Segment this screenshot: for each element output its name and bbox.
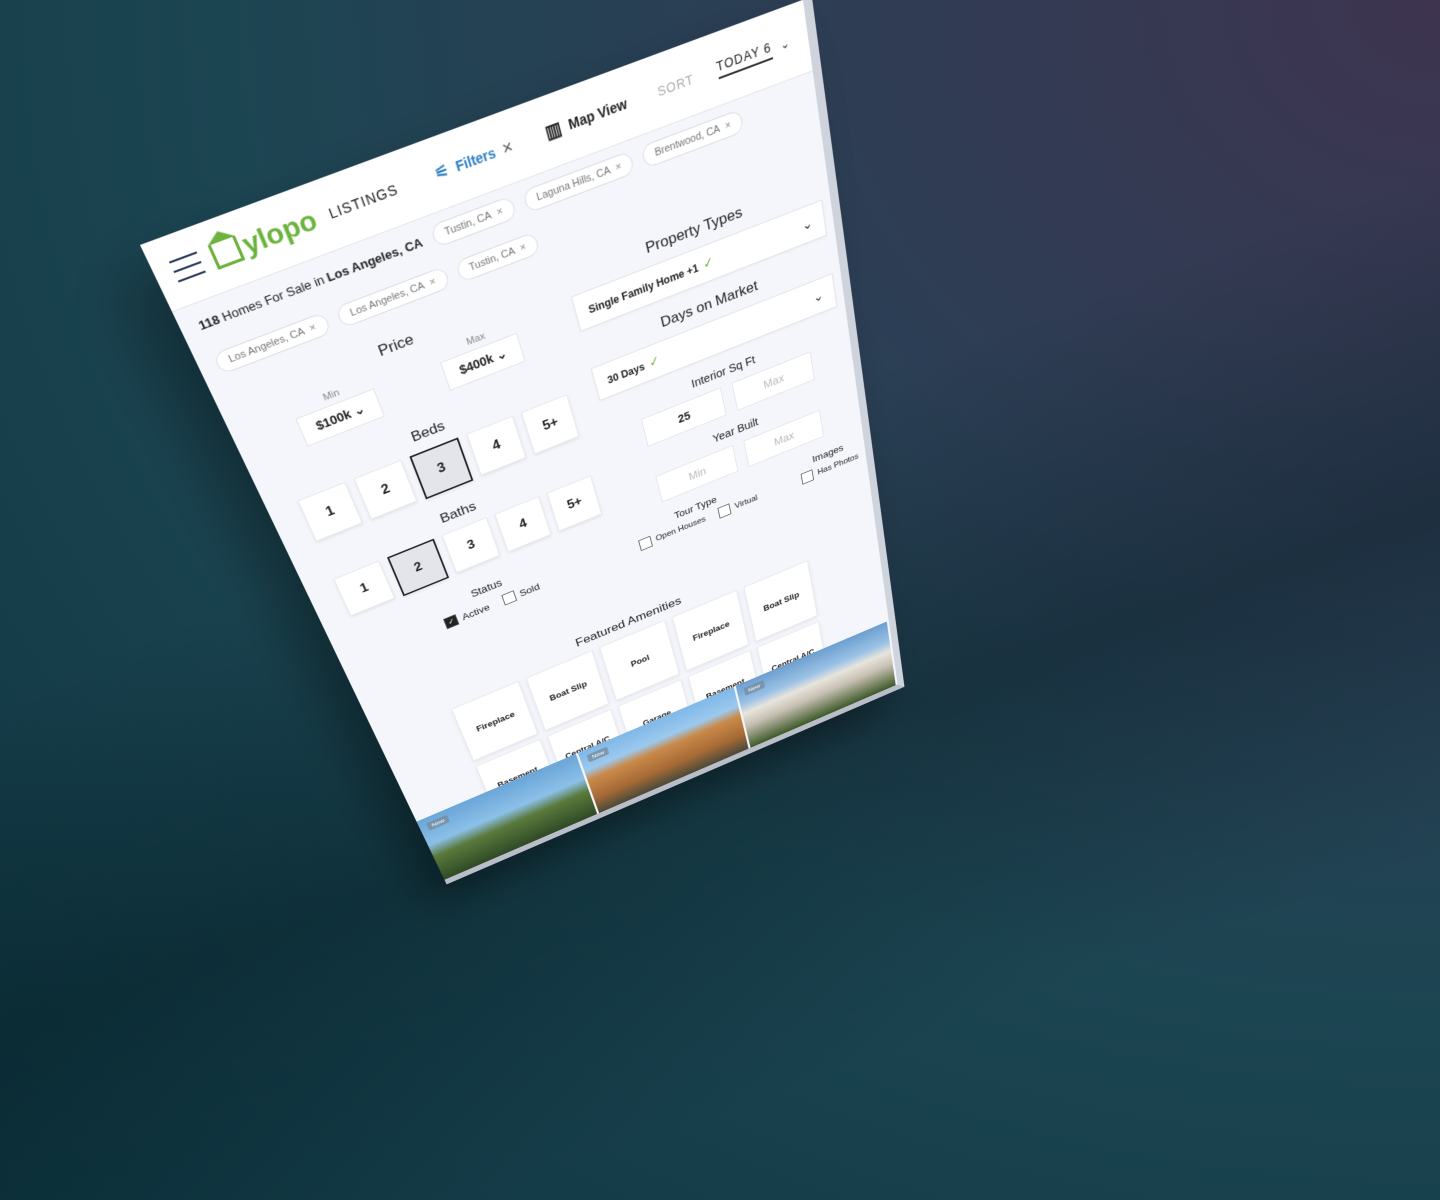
remove-chip-icon[interactable]: ×	[724, 119, 732, 133]
checkbox-checked-icon[interactable]: ✓	[443, 614, 460, 630]
checkbox-icon[interactable]	[501, 590, 517, 606]
filters-button[interactable]: ⚟ Filters ×	[432, 135, 516, 184]
map-view-button[interactable]: ▥ Map View	[543, 93, 629, 144]
remove-chip-icon[interactable]: ×	[495, 205, 504, 218]
checkbox-icon[interactable]	[717, 503, 732, 519]
sort-select[interactable]: TODAY 6	[715, 39, 774, 80]
house-icon	[207, 235, 246, 270]
new-badge: New	[586, 746, 610, 763]
images-group: Images Has Photos	[798, 436, 859, 485]
remove-chip-icon[interactable]: ×	[308, 322, 318, 335]
map-view-label: Map View	[566, 95, 629, 133]
remove-chip-icon[interactable]: ×	[614, 160, 622, 173]
hamburger-menu-icon[interactable]	[168, 251, 206, 283]
chevron-down-icon: ⌄	[800, 215, 814, 234]
mls-search-input[interactable]: Search by MLS Number	[702, 757, 818, 825]
new-badge: New	[743, 679, 765, 696]
baths-option[interactable]: 5+	[546, 475, 602, 532]
beds-option[interactable]: 2	[353, 459, 418, 520]
beds-option[interactable]: 1	[297, 481, 363, 542]
remove-chip-icon[interactable]: ×	[519, 241, 528, 254]
checkbox-icon[interactable]	[638, 535, 653, 552]
view-homes-button[interactable]: View 143 Homes for Sale ›	[616, 805, 772, 885]
chevron-down-icon: ⌄	[812, 288, 825, 306]
baths-option[interactable]: 4	[494, 496, 552, 553]
chevron-down-icon[interactable]: ⌄	[779, 35, 790, 52]
check-icon: ✓	[701, 254, 716, 273]
map-icon: ▥	[542, 117, 564, 143]
baths-option-selected[interactable]: 2	[387, 538, 450, 597]
sort-label: SORT	[656, 70, 696, 100]
close-filters-icon[interactable]: ×	[500, 135, 516, 159]
new-badge: New	[425, 814, 451, 831]
tablet-screen: ylopo LISTINGS ⚟ Filters × ▥ Map View SO…	[140, 0, 905, 885]
baths-option[interactable]: 1	[333, 560, 396, 617]
checkbox-icon[interactable]	[800, 469, 815, 485]
beds-option-selected[interactable]: 3	[409, 437, 474, 500]
remove-chip-icon[interactable]: ×	[428, 276, 437, 289]
filters-label: Filters	[453, 144, 498, 175]
beds-option[interactable]: 4	[466, 415, 527, 476]
sliders-icon: ⚟	[432, 161, 452, 184]
listings-nav-label[interactable]: LISTINGS	[326, 181, 400, 222]
baths-option[interactable]: 3	[441, 517, 501, 574]
check-icon: ✓	[647, 353, 661, 371]
beds-option[interactable]: 5+	[521, 394, 580, 455]
ylopo-logo[interactable]: ylopo	[206, 204, 322, 273]
